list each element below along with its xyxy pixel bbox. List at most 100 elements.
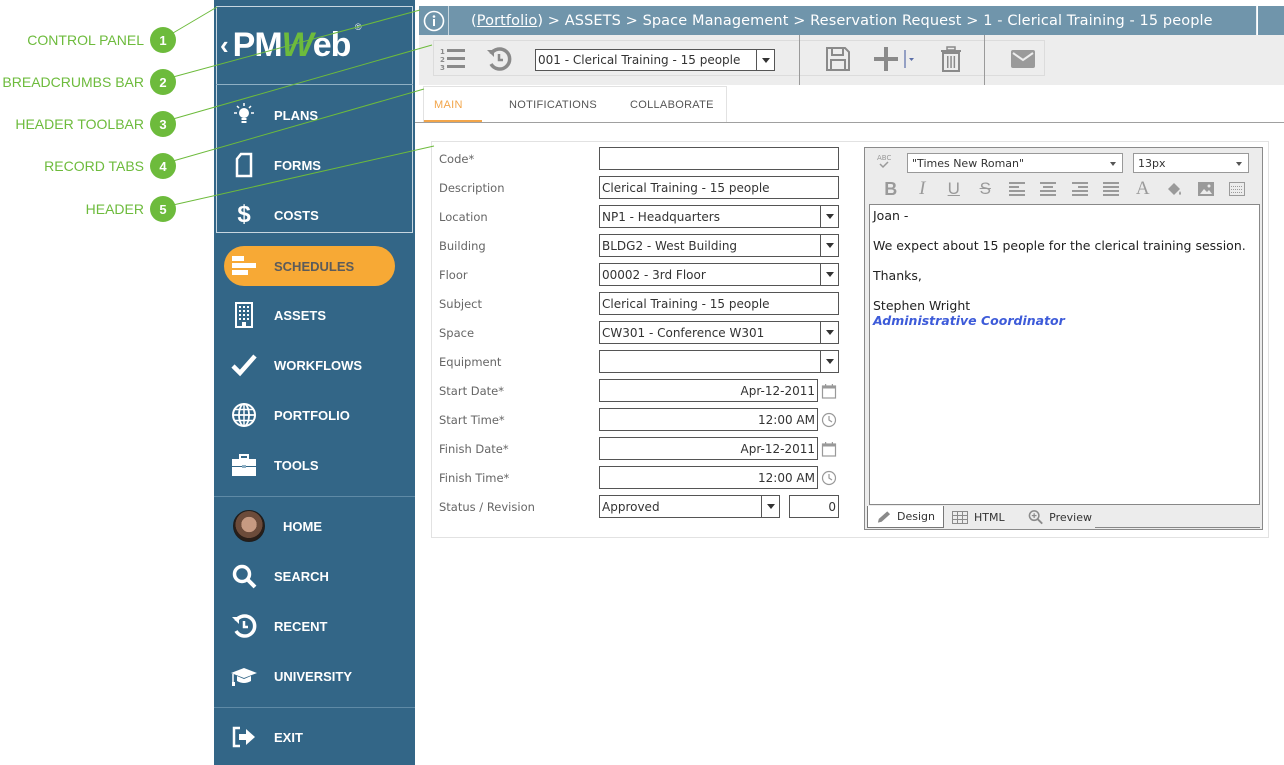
- description-field[interactable]: Clerical Training - 15 people: [599, 176, 839, 199]
- chevron-down-icon[interactable]: [820, 351, 838, 372]
- tab-collaborate[interactable]: COLLABORATE: [630, 87, 714, 123]
- formatting-toolbar: B I U S A: [875, 178, 1253, 200]
- delete-icon[interactable]: [935, 43, 967, 75]
- chevron-down-icon: [1110, 162, 1116, 166]
- message-text: We expect about 15 people for the cleric…: [873, 238, 1246, 253]
- sidebar-item-recent[interactable]: RECENT: [214, 606, 415, 646]
- add-options-dropdown[interactable]: [903, 43, 917, 75]
- building-label: Building: [439, 239, 486, 253]
- align-left-icon[interactable]: [1001, 178, 1033, 200]
- clock-icon[interactable]: [821, 412, 837, 428]
- sidebar-item-search[interactable]: SEARCH: [214, 556, 415, 596]
- fill-color-icon[interactable]: [1159, 178, 1191, 200]
- strikethrough-icon[interactable]: S: [970, 178, 1002, 200]
- sidebar-item-costs[interactable]: $ COSTS: [214, 195, 415, 235]
- code-field[interactable]: [599, 147, 839, 170]
- html-mode-tab[interactable]: HTML: [944, 506, 1020, 528]
- save-icon[interactable]: [822, 43, 854, 75]
- equipment-select[interactable]: [599, 350, 839, 373]
- align-right-icon[interactable]: [1064, 178, 1096, 200]
- font-color-icon[interactable]: A: [1127, 178, 1159, 200]
- clock-icon[interactable]: [821, 470, 837, 486]
- align-center-icon[interactable]: [1033, 178, 1065, 200]
- sidebar-item-tools[interactable]: TOOLS: [214, 445, 415, 485]
- history-icon[interactable]: [483, 43, 515, 75]
- tab-main[interactable]: MAIN: [434, 87, 463, 123]
- tab-notifications[interactable]: NOTIFICATIONS: [509, 87, 597, 123]
- finish-date-field[interactable]: Apr-12-2011: [599, 437, 818, 460]
- sidebar-item-home[interactable]: HOME: [214, 506, 415, 546]
- chevron-down-icon[interactable]: [820, 322, 838, 343]
- revision-field[interactable]: 0: [789, 495, 839, 518]
- add-icon[interactable]: [871, 43, 903, 75]
- sidebar-item-workflows[interactable]: WORKFLOWS: [214, 345, 415, 385]
- table-icon[interactable]: [1222, 178, 1254, 200]
- chevron-down-icon[interactable]: [820, 206, 838, 227]
- graduation-cap-icon: [230, 662, 258, 690]
- space-select[interactable]: CW301 - Conference W301: [599, 321, 839, 344]
- sidebar-item-assets[interactable]: ASSETS: [214, 295, 415, 335]
- logo-divider: [216, 84, 413, 85]
- svg-text:ABC: ABC: [877, 154, 891, 162]
- dollar-icon: $: [237, 201, 251, 228]
- location-label: Location: [439, 210, 488, 224]
- start-time-field[interactable]: 12:00 AM: [599, 408, 818, 431]
- leader-line-1: [172, 6, 218, 34]
- sidebar-item-portfolio[interactable]: PORTFOLIO: [214, 395, 415, 435]
- status-select[interactable]: Approved: [599, 495, 780, 518]
- breadcrumb: (Portfolio) > ASSETS > Space Management …: [471, 12, 1213, 29]
- collapse-chevron-icon[interactable]: ‹: [220, 30, 229, 61]
- breadcrumb-portfolio-link[interactable]: Portfolio: [477, 13, 538, 29]
- start-date-field[interactable]: Apr-12-2011: [599, 379, 818, 402]
- preview-mode-tab[interactable]: Preview: [1020, 506, 1100, 528]
- document-icon: [230, 151, 258, 179]
- finish-time-field[interactable]: 12:00 AM: [599, 466, 818, 489]
- search-icon: [230, 562, 258, 590]
- italic-icon[interactable]: I: [907, 178, 939, 200]
- start-time-label: Start Time*: [439, 413, 505, 427]
- floor-select[interactable]: 00002 - 3rd Floor: [599, 263, 839, 286]
- bold-icon[interactable]: B: [875, 178, 907, 200]
- justify-icon[interactable]: [1096, 178, 1128, 200]
- callout-record-tabs: RECORD TABS 4: [44, 153, 176, 179]
- spellcheck-icon[interactable]: ABC: [873, 152, 895, 172]
- sidebar-item-forms[interactable]: FORMS: [214, 145, 415, 185]
- toolbar-divider: [799, 35, 800, 85]
- avatar: [233, 510, 265, 542]
- gantt-icon: [230, 252, 258, 280]
- building-select[interactable]: BLDG2 - West Building: [599, 234, 839, 257]
- editor-content[interactable]: Joan - We expect about 15 people for the…: [869, 204, 1260, 505]
- chevron-down-icon[interactable]: [820, 264, 838, 285]
- numbered-list-icon[interactable]: 123: [437, 43, 469, 75]
- table-icon: [952, 510, 968, 524]
- tabs-divider: [415, 122, 1284, 123]
- sidebar-divider: [214, 496, 415, 497]
- underline-icon[interactable]: U: [938, 178, 970, 200]
- design-mode-tab[interactable]: Design: [867, 506, 944, 528]
- record-selector[interactable]: 001 - Clerical Training - 15 people: [535, 49, 775, 71]
- logo-wordmark: PMWeb ®: [232, 21, 362, 64]
- sidebar-item-university[interactable]: UNIVERSITY: [214, 656, 415, 696]
- start-date-label: Start Date*: [439, 384, 504, 398]
- image-icon[interactable]: [1190, 178, 1222, 200]
- notes-editor: ABC "Times New Roman" 13px B I U S A Joa…: [864, 147, 1263, 530]
- history-icon: [230, 612, 258, 640]
- font-family-select[interactable]: "Times New Roman": [907, 153, 1123, 173]
- info-icon[interactable]: [419, 6, 449, 35]
- pencil-icon: [877, 510, 891, 523]
- chevron-down-icon[interactable]: [761, 496, 779, 517]
- sidebar-item-schedules[interactable]: SCHEDULES: [214, 246, 415, 286]
- location-select[interactable]: NP1 - Headquarters: [599, 205, 839, 228]
- calendar-icon[interactable]: [821, 383, 837, 399]
- chevron-down-icon[interactable]: [820, 235, 838, 256]
- calendar-icon[interactable]: [821, 441, 837, 457]
- record-tabs: MAIN NOTIFICATIONS COLLABORATE: [423, 86, 727, 123]
- subject-label: Subject: [439, 297, 482, 311]
- font-size-select[interactable]: 13px: [1133, 153, 1249, 173]
- email-icon[interactable]: [1007, 43, 1039, 75]
- sidebar-item-plans[interactable]: PLANS: [214, 95, 415, 135]
- pmweb-logo[interactable]: ‹ PMWeb ®: [220, 20, 362, 70]
- subject-field[interactable]: Clerical Training - 15 people: [599, 292, 839, 315]
- sidebar-item-exit[interactable]: EXIT: [214, 717, 415, 757]
- chevron-down-icon[interactable]: [756, 50, 774, 70]
